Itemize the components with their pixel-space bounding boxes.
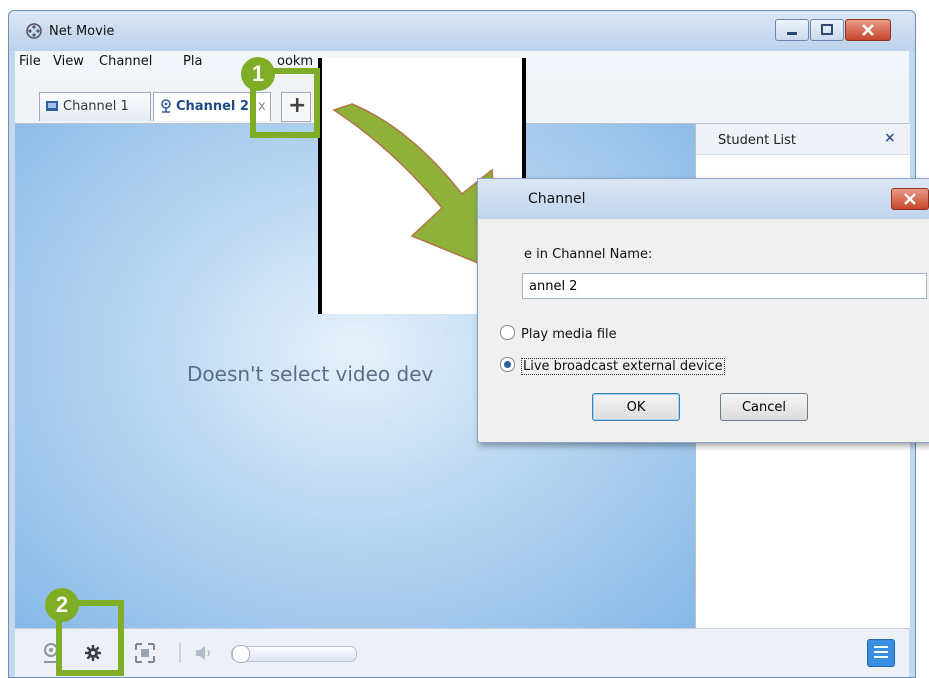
minimize-button[interactable] <box>775 19 809 41</box>
tab-label: Channel 2 <box>176 99 249 114</box>
menu-view[interactable]: View <box>53 54 84 69</box>
dialog-title-bar: Channel <box>478 179 929 219</box>
menu-play[interactable]: Pla <box>183 54 202 69</box>
maximize-button[interactable] <box>810 19 844 41</box>
tab-channel-1[interactable]: Channel 1 <box>39 92 151 121</box>
callout-1-badge: 1 <box>241 57 275 91</box>
close-icon <box>862 24 874 36</box>
minimize-icon <box>787 32 797 35</box>
panel-header: Student List × <box>696 124 910 155</box>
ok-button[interactable]: OK <box>592 393 680 421</box>
window-title: Net Movie <box>49 24 115 39</box>
channel-dialog: Channel e in Channel Name: Play media fi… <box>477 178 929 443</box>
dialog-title: Channel <box>528 191 586 207</box>
title-bar: Net Movie <box>9 11 915 51</box>
fullscreen-icon[interactable] <box>133 641 157 665</box>
panel-close-icon[interactable]: × <box>884 130 896 146</box>
channel-screen-icon <box>46 101 58 111</box>
panel-title: Student List <box>718 133 797 148</box>
list-icon <box>874 646 888 658</box>
channel-name-input[interactable] <box>522 273 927 299</box>
radio-live-broadcast[interactable]: Live broadcast external device <box>500 357 725 375</box>
volume-slider[interactable] <box>231 645 357 663</box>
divider <box>179 643 181 663</box>
close-button[interactable] <box>845 19 891 41</box>
speaker-icon[interactable] <box>193 641 217 665</box>
tab-label: Channel 1 <box>63 99 129 114</box>
control-bar <box>15 628 909 677</box>
menu-bookmark[interactable]: ookm <box>277 54 313 69</box>
webcam-icon <box>161 99 171 113</box>
radio-play-media-file[interactable]: Play media file <box>500 325 617 342</box>
cancel-button[interactable]: Cancel <box>720 393 808 421</box>
volume-knob[interactable] <box>232 645 250 663</box>
maximize-icon <box>821 24 833 35</box>
close-icon <box>904 193 916 205</box>
menu-channel[interactable]: Channel <box>99 54 152 69</box>
dialog-close-button[interactable] <box>891 188 929 210</box>
video-status-message: Doesn't select video dev <box>187 362 434 386</box>
student-list-toggle-button[interactable] <box>867 639 895 667</box>
radio-label: Play media file <box>521 327 617 342</box>
film-reel-icon <box>26 23 42 39</box>
menu-file[interactable]: File <box>19 54 41 69</box>
radio-button-selected[interactable] <box>500 357 515 372</box>
channel-name-label: e in Channel Name: <box>524 247 653 262</box>
radio-label: Live broadcast external device <box>521 358 725 375</box>
radio-button[interactable] <box>500 325 515 340</box>
callout-2-badge: 2 <box>45 588 79 622</box>
